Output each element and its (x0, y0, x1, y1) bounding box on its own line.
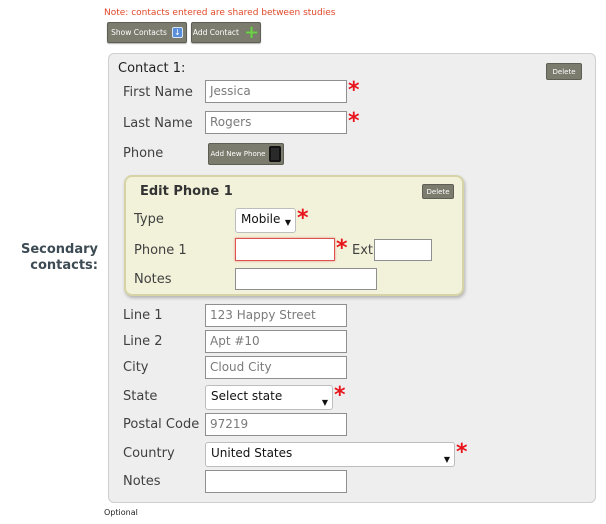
contact-notes-field[interactable] (205, 470, 347, 493)
state-value: Select state (211, 389, 283, 403)
show-contacts-button[interactable]: Show Contacts ↓ (107, 22, 187, 43)
add-new-phone-button[interactable]: Add New Phone (208, 143, 284, 165)
phone-type-label: Type (134, 212, 164, 227)
last-name-field[interactable]: Rogers (205, 111, 347, 134)
add-contact-label: Add Contact (192, 28, 239, 37)
last-name-label: Last Name (123, 116, 193, 131)
phone-label: Phone (123, 146, 164, 161)
first-name-field[interactable]: Jessica (205, 80, 347, 103)
city-label: City (123, 360, 149, 375)
add-new-phone-label: Add New Phone (210, 150, 266, 158)
phone-type-select[interactable]: Mobile ▼ (235, 208, 296, 233)
phone-number-field[interactable] (235, 238, 335, 261)
line2-field[interactable]: Apt #10 (205, 330, 347, 353)
line2-label: Line 2 (123, 334, 163, 349)
country-label: Country (123, 446, 175, 461)
add-contact-button[interactable]: Add Contact + (191, 22, 261, 43)
dropdown-arrow-icon: ▼ (284, 218, 291, 227)
phone-notes-label: Notes (134, 272, 172, 287)
download-icon: ↓ (171, 27, 183, 38)
delete-phone-button[interactable]: Delete (422, 184, 454, 199)
contact-title: Contact 1: (118, 61, 186, 76)
show-contacts-label: Show Contacts (111, 28, 167, 37)
shared-contacts-note: Note: contacts entered are shared betwee… (104, 8, 336, 18)
delete-contact-button[interactable]: Delete (546, 63, 582, 80)
state-required-icon: * (334, 383, 346, 408)
phone-type-required-icon: * (297, 206, 309, 231)
country-select[interactable]: United States ▼ (205, 442, 455, 467)
postal-code-field[interactable]: 97219 (205, 413, 347, 436)
phone-type-value: Mobile (241, 212, 281, 226)
secondary-contacts-label: Secondary contacts: (20, 242, 98, 273)
edit-phone-title: Edit Phone 1 (140, 184, 233, 199)
state-label: State (123, 389, 158, 404)
phone-number-required-icon: * (336, 236, 348, 261)
last-name-required-icon: * (348, 109, 360, 134)
contact-notes-label: Notes (123, 474, 161, 489)
phone-number-label: Phone 1 (134, 243, 187, 258)
plus-icon: + (244, 21, 260, 43)
phone-icon (269, 146, 282, 162)
ext-field[interactable] (374, 239, 432, 261)
first-name-required-icon: * (348, 78, 360, 103)
optional-label: Optional (104, 508, 138, 517)
country-value: United States (211, 446, 293, 460)
line1-field[interactable]: 123 Happy Street (205, 304, 347, 327)
city-field[interactable]: Cloud City (205, 356, 347, 379)
postal-code-label: Postal Code (123, 417, 200, 432)
state-select[interactable]: Select state ▼ (205, 385, 333, 410)
country-required-icon: * (456, 440, 468, 465)
ext-label: Ext (352, 243, 374, 258)
dropdown-arrow-icon: ▼ (321, 398, 328, 407)
dropdown-arrow-icon: ▼ (443, 455, 450, 464)
first-name-label: First Name (123, 85, 193, 100)
phone-notes-field[interactable] (235, 268, 377, 290)
line1-label: Line 1 (123, 308, 163, 323)
